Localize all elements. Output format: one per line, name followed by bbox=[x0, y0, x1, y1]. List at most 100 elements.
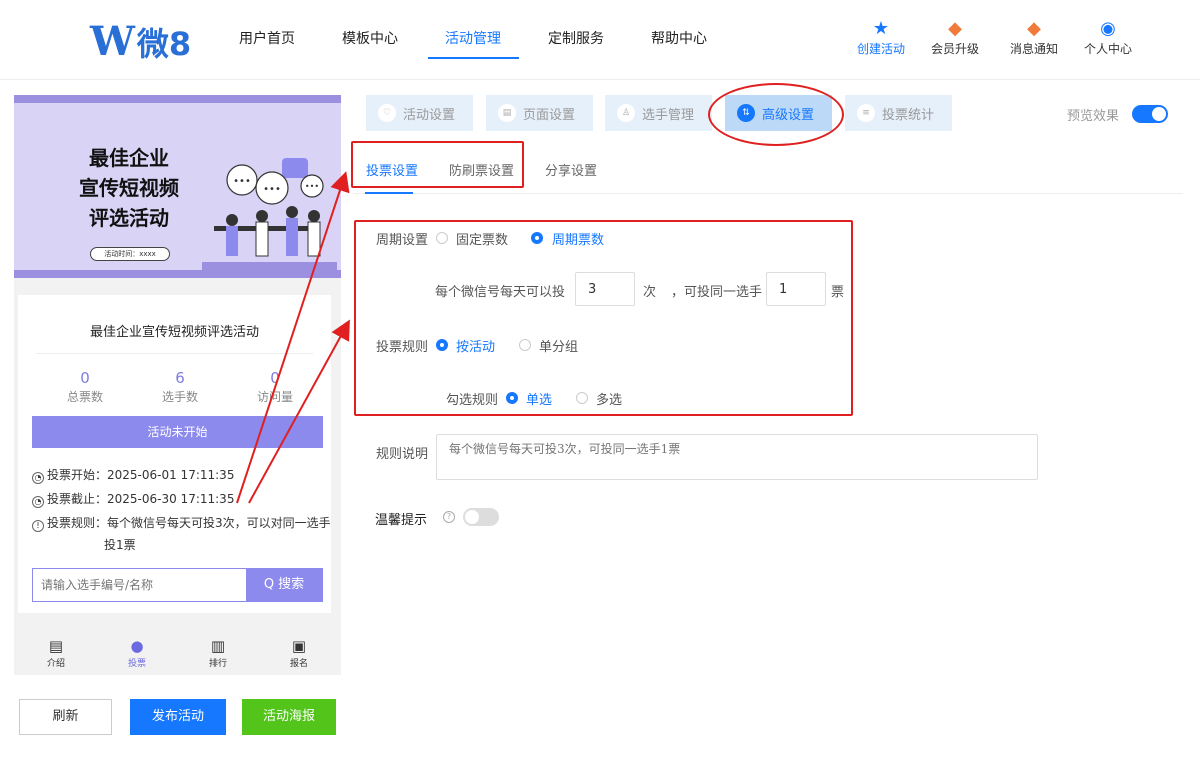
nav-help-center[interactable]: 帮助中心 bbox=[651, 28, 707, 48]
tabbar-intro[interactable]: ▤ 介绍 bbox=[36, 636, 76, 669]
preview-toggle-knob bbox=[1152, 107, 1166, 121]
vote-start-text: 投票开始：2025-06-01 17:11:35 bbox=[47, 468, 235, 482]
vote-end-text: 投票截止：2025-06-30 17:11:35 bbox=[47, 492, 235, 506]
activity-status-button[interactable]: 活动未开始 bbox=[32, 416, 323, 448]
top-header: W 微8 用户首页 模板中心 活动管理 定制服务 帮助中心 ★ 创建活动 ◆ 会… bbox=[0, 0, 1200, 80]
preview-effect-label: 预览效果 bbox=[1067, 109, 1120, 124]
annotation-box-subtabs bbox=[351, 141, 524, 188]
vote-end-time: ◔ 投票截止：2025-06-30 17:11:35 bbox=[32, 490, 234, 508]
stat-visits-value: 0 bbox=[270, 369, 280, 387]
banner-top-stripe bbox=[14, 95, 341, 103]
tab-vote-statistics[interactable]: ≡ 投票统计 bbox=[845, 95, 952, 131]
warm-tip-toggle-knob bbox=[465, 510, 479, 524]
tab-activity-settings[interactable]: ♡ 活动设置 bbox=[366, 95, 473, 131]
banner-bottom-stripe bbox=[14, 270, 341, 278]
player-search-input[interactable] bbox=[33, 569, 247, 601]
banner-illustration: ••• ••• ••• bbox=[202, 158, 337, 270]
player-search-button[interactable]: Q 搜索 bbox=[246, 569, 322, 601]
logo-w-mark: W bbox=[90, 18, 135, 65]
logo[interactable]: W 微8 bbox=[90, 18, 191, 65]
crown-badge-icon: ◆ bbox=[948, 18, 962, 39]
nav-custom-service[interactable]: 定制服务 bbox=[548, 28, 604, 48]
create-activity-button[interactable]: ★ 创建活动 bbox=[846, 18, 916, 57]
tab-activity-settings-label: 活动设置 bbox=[403, 107, 456, 123]
star-icon: ★ bbox=[872, 18, 890, 39]
clock-icon: ◔ bbox=[32, 472, 44, 484]
annotation-box-vote-form bbox=[354, 220, 853, 416]
vote-rule-text-line-2: 投1票 bbox=[104, 538, 136, 552]
rule-description-textarea[interactable] bbox=[436, 434, 1038, 480]
warm-tip-toggle[interactable] bbox=[463, 508, 499, 526]
banner-title-line-3: 评选活动 bbox=[89, 206, 169, 230]
logo-text: 微8 bbox=[136, 24, 192, 63]
heart-icon: ♡ bbox=[378, 104, 396, 122]
subtab-divider bbox=[353, 193, 1183, 194]
vote-rule-info: ! 投票规则：每个微信号每天可投3次，可以对同一选手 投1票 bbox=[32, 514, 332, 553]
personal-center-label: 个人中心 bbox=[1083, 42, 1132, 56]
user-icon: ● bbox=[130, 637, 144, 655]
bar-chart-icon: ▥ bbox=[210, 637, 226, 655]
svg-text:•••: ••• bbox=[305, 182, 319, 191]
svg-text:•••: ••• bbox=[263, 184, 281, 195]
page-icon: ▤ bbox=[498, 104, 516, 122]
clock-icon: ◔ bbox=[32, 496, 44, 508]
bell-badge-icon: ◆ bbox=[1027, 18, 1041, 39]
warm-tip-label: 温馨提示 bbox=[375, 513, 428, 528]
nav-active-underline bbox=[428, 57, 519, 59]
personal-center-button[interactable]: ◉ 个人中心 bbox=[1073, 18, 1143, 57]
stat-player-count-label: 选手数 bbox=[161, 390, 198, 404]
activity-poster-button[interactable]: 活动海报 bbox=[242, 699, 336, 735]
tabbar-signup[interactable]: ▣ 报名 bbox=[279, 636, 319, 669]
player-search: Q 搜索 bbox=[32, 568, 323, 602]
nav-template-center[interactable]: 模板中心 bbox=[342, 28, 398, 48]
vote-rule-text-line-1: 投票规则：每个微信号每天可投3次，可以对同一选手 bbox=[47, 516, 331, 530]
stat-player-count: 6 选手数 bbox=[135, 369, 225, 405]
publish-activity-button[interactable]: 发布活动 bbox=[130, 699, 226, 735]
message-notification-button[interactable]: ◆ 消息通知 bbox=[999, 18, 1069, 57]
stat-total-votes-value: 0 bbox=[80, 369, 90, 387]
member-upgrade-label: 会员升级 bbox=[930, 42, 979, 56]
activity-banner: 最佳企业 宣传短视频 评选活动 活动时间：xxxx ••• ••• ••• bbox=[14, 95, 341, 278]
tabbar-vote[interactable]: ● 投票 bbox=[117, 636, 157, 669]
help-icon[interactable]: ? bbox=[443, 511, 455, 523]
vote-start-time: ◔ 投票开始：2025-06-01 17:11:35 bbox=[32, 466, 234, 484]
nav-user-home[interactable]: 用户首页 bbox=[239, 28, 295, 48]
person-icon: ♙ bbox=[617, 104, 635, 122]
stat-visits: 0 访问量 bbox=[230, 369, 320, 405]
tab-page-settings[interactable]: ▤ 页面设置 bbox=[486, 95, 593, 131]
stat-total-votes-label: 总票数 bbox=[66, 390, 103, 404]
tab-player-management-label: 选手管理 bbox=[642, 107, 695, 123]
tabbar-signup-label: 报名 bbox=[289, 659, 308, 669]
user-circle-icon: ◉ bbox=[1100, 18, 1116, 39]
message-notification-label: 消息通知 bbox=[1009, 42, 1058, 56]
tab-vote-statistics-label: 投票统计 bbox=[882, 107, 935, 123]
tab-player-management[interactable]: ♙ 选手管理 bbox=[605, 95, 712, 131]
preview-effect-toggle[interactable] bbox=[1132, 105, 1168, 123]
stat-visits-label: 访问量 bbox=[256, 390, 293, 404]
create-activity-label: 创建活动 bbox=[856, 42, 905, 56]
nav-activity-management[interactable]: 活动管理 bbox=[445, 28, 501, 48]
activity-info-card: 最佳企业宣传短视频评选活动 0 总票数 6 选手数 0 访问量 bbox=[18, 295, 331, 613]
signup-icon: ▣ bbox=[291, 637, 307, 655]
activity-title: 最佳企业宣传短视频评选活动 bbox=[89, 325, 259, 340]
rule-description-label: 规则说明 bbox=[376, 447, 429, 462]
subtab-active-underline bbox=[365, 192, 413, 194]
tabbar-vote-label: 投票 bbox=[127, 659, 146, 669]
annotation-ellipse-advanced-tab bbox=[708, 83, 844, 146]
list-icon: ≡ bbox=[857, 104, 875, 122]
doc-icon: ▤ bbox=[48, 637, 64, 655]
tabbar-intro-label: 介绍 bbox=[46, 659, 65, 669]
svg-text:•••: ••• bbox=[233, 176, 251, 187]
banner-title-line-1: 最佳企业 bbox=[89, 146, 169, 170]
stat-player-count-value: 6 bbox=[175, 369, 185, 387]
page: W 微8 用户首页 模板中心 活动管理 定制服务 帮助中心 ★ 创建活动 ◆ 会… bbox=[0, 0, 1200, 773]
info-divider bbox=[36, 353, 313, 354]
tabbar-rank[interactable]: ▥ 排行 bbox=[198, 636, 238, 669]
member-upgrade-button[interactable]: ◆ 会员升级 bbox=[920, 18, 990, 57]
tabbar-rank-label: 排行 bbox=[208, 659, 227, 669]
tab-page-settings-label: 页面设置 bbox=[523, 107, 576, 123]
banner-title: 最佳企业 宣传短视频 评选活动 bbox=[64, 143, 194, 233]
subtab-share-settings[interactable]: 分享设置 bbox=[545, 160, 597, 179]
refresh-button[interactable]: 刷新 bbox=[19, 699, 112, 735]
banner-time: 活动时间：xxxx bbox=[90, 247, 170, 261]
